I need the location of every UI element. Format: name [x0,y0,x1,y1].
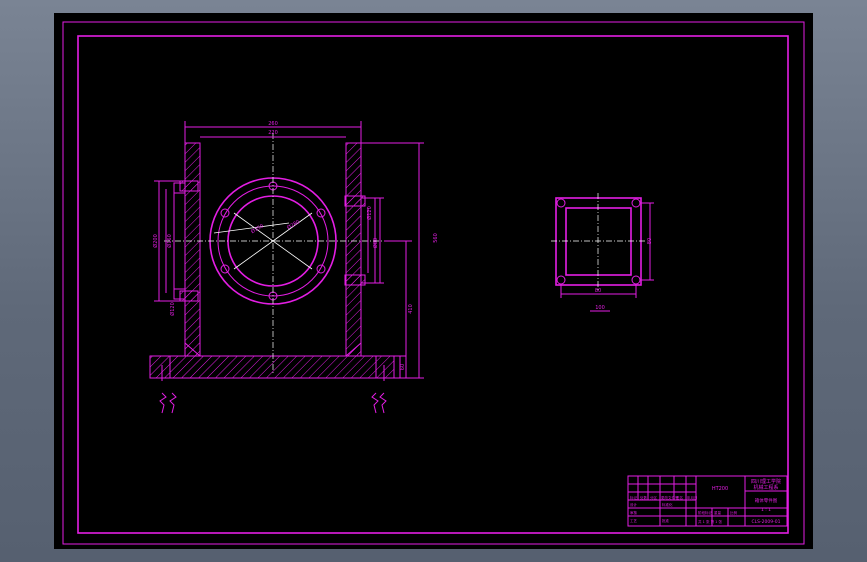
dim-right-flange: Ø120 [366,206,373,219]
label-process: 工艺 [630,518,638,523]
side-dim-height: 80 [647,238,653,244]
dim-circle-bore: Ø280 [286,218,301,231]
label-approve: 批准 [662,518,670,523]
dim-left-outer: Ø200 [152,234,159,247]
cad-drawing: 260 220 Ø200 Ø160 Ø120 Ø350 Ø280 560 410… [62,21,805,545]
dim-right-bore: Ø80 [372,238,379,248]
dim-right-total: 560 [433,233,439,243]
label-sheet: 共 1 张 第 1 张 [698,519,723,524]
title-material: HT200 [712,486,728,492]
title-dept: 机械工程系 [753,484,778,491]
dim-left-bottom: Ø120 [169,302,176,315]
label-design: 设计 [630,502,638,507]
dim-top-label: 260 [268,121,278,127]
left-wall [184,142,201,357]
right-wall [345,142,362,357]
label-review: 审核 [630,510,638,515]
label-weight: 重量 [714,510,722,515]
main-view: 260 220 Ø200 Ø160 Ø120 Ø350 Ø280 560 410… [149,121,439,414]
label-stage: 阶段标记 [698,510,712,515]
square-flange-outer [555,197,642,286]
cad-viewport[interactable]: 260 220 Ø200 Ø160 Ø120 Ø350 Ø280 560 410… [54,13,813,549]
title-scale: 1 : 1 [761,507,771,513]
label-std: 标准化 [662,502,673,507]
title-part-name: 箱体零件图 [755,497,778,504]
row-label-date: 年月日 [687,495,698,500]
dim-right-base: 60 [400,364,406,370]
dim-left-inner: Ø160 [166,234,173,247]
side-view: 80 80 100 [551,193,654,312]
dim-right-lower: 410 [408,304,414,314]
dim-top-inner-label: 220 [268,130,278,136]
row-label-sign: 签名 [676,495,683,500]
base-plate [149,341,395,379]
row-label-mark: 标记 [630,495,638,500]
title-school: 四川理工学院 [751,478,781,485]
side-dim-bottom: 100 [595,305,605,311]
title-block: HT200 四川理工学院 机械工程系 箱体零件图 1 : 1 CLS-2009-… [627,475,788,527]
label-ratio: 比例 [730,510,738,515]
title-drawing-no: CLS-2009-01 [752,519,781,525]
row-label-zone: 分区 [650,495,658,500]
side-dim-width: 80 [595,288,601,294]
row-label-count: 处数 [640,495,648,500]
square-flange-inner [565,207,632,276]
